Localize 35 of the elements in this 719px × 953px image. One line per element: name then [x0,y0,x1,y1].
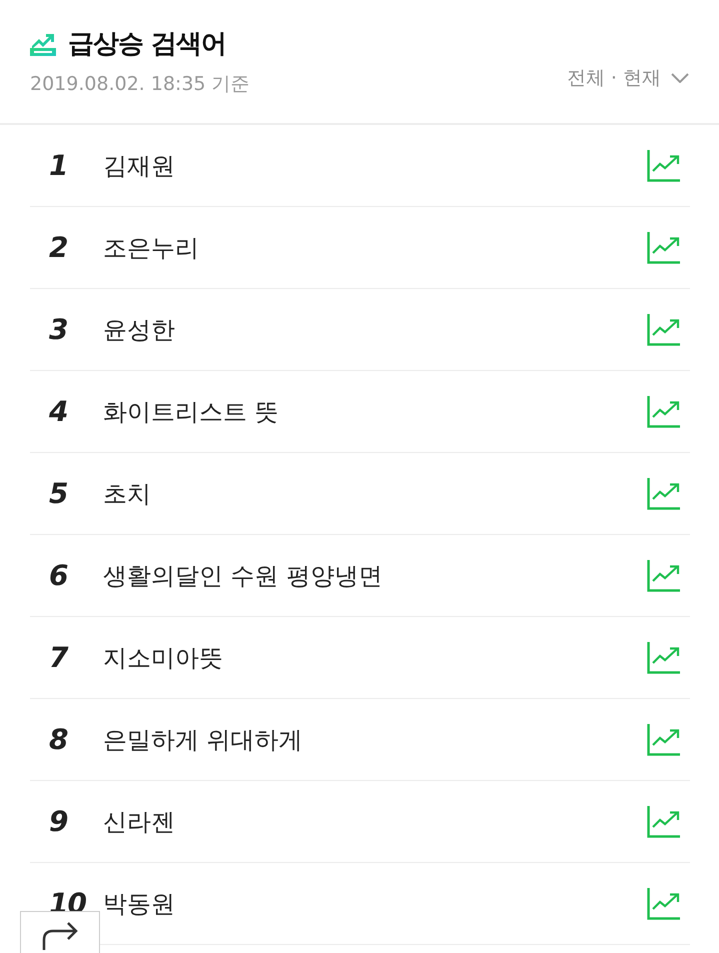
trend-chart-icon[interactable] [647,149,680,182]
keyword-link[interactable]: 초치 [103,478,647,510]
rank-number: 5 [48,477,68,510]
section-title: 급상승 검색어 [68,28,226,61]
keyword-link[interactable]: 김재원 [103,150,647,182]
keyword-link[interactable]: 생활의달인 수원 평양냉면 [103,560,647,592]
share-arrow-icon [40,920,80,950]
rank-number: 8 [48,723,68,756]
rank-number: 7 [48,641,69,674]
rank-number: 1 [48,149,68,182]
keyword-link[interactable]: 화이트리스트 뜻 [103,396,647,428]
share-button[interactable] [20,911,100,953]
rank-number: 3 [48,313,68,346]
timestamp: 2019.08.02. 18:35 기준 [30,72,250,97]
keyword-link[interactable]: 조은누리 [103,232,647,264]
trend-chart-icon[interactable] [647,313,680,346]
rising-chart-icon [30,32,56,56]
trend-chart-icon[interactable] [647,231,680,264]
keyword-link[interactable]: 신라젠 [103,806,647,838]
trend-chart-icon[interactable] [647,559,680,592]
trend-chart-icon[interactable] [647,723,680,756]
keyword-link[interactable]: 은밀하게 위대하게 [103,724,647,756]
rank-number: 6 [48,559,68,592]
keyword-link[interactable]: 윤성한 [103,314,647,346]
chevron-down-icon [671,73,689,83]
rank-number: 2 [48,231,68,264]
trend-chart-icon[interactable] [647,805,680,838]
trend-chart-icon[interactable] [647,887,680,920]
rank-number: 4 [48,395,68,428]
keyword-link[interactable]: 지소미아뜻 [103,642,647,674]
trend-chart-icon[interactable] [647,395,680,428]
rank-number: 9 [48,805,68,838]
trend-chart-icon[interactable] [647,641,680,674]
keyword-link[interactable]: 박동원 [103,888,647,920]
trend-chart-icon[interactable] [647,477,680,510]
